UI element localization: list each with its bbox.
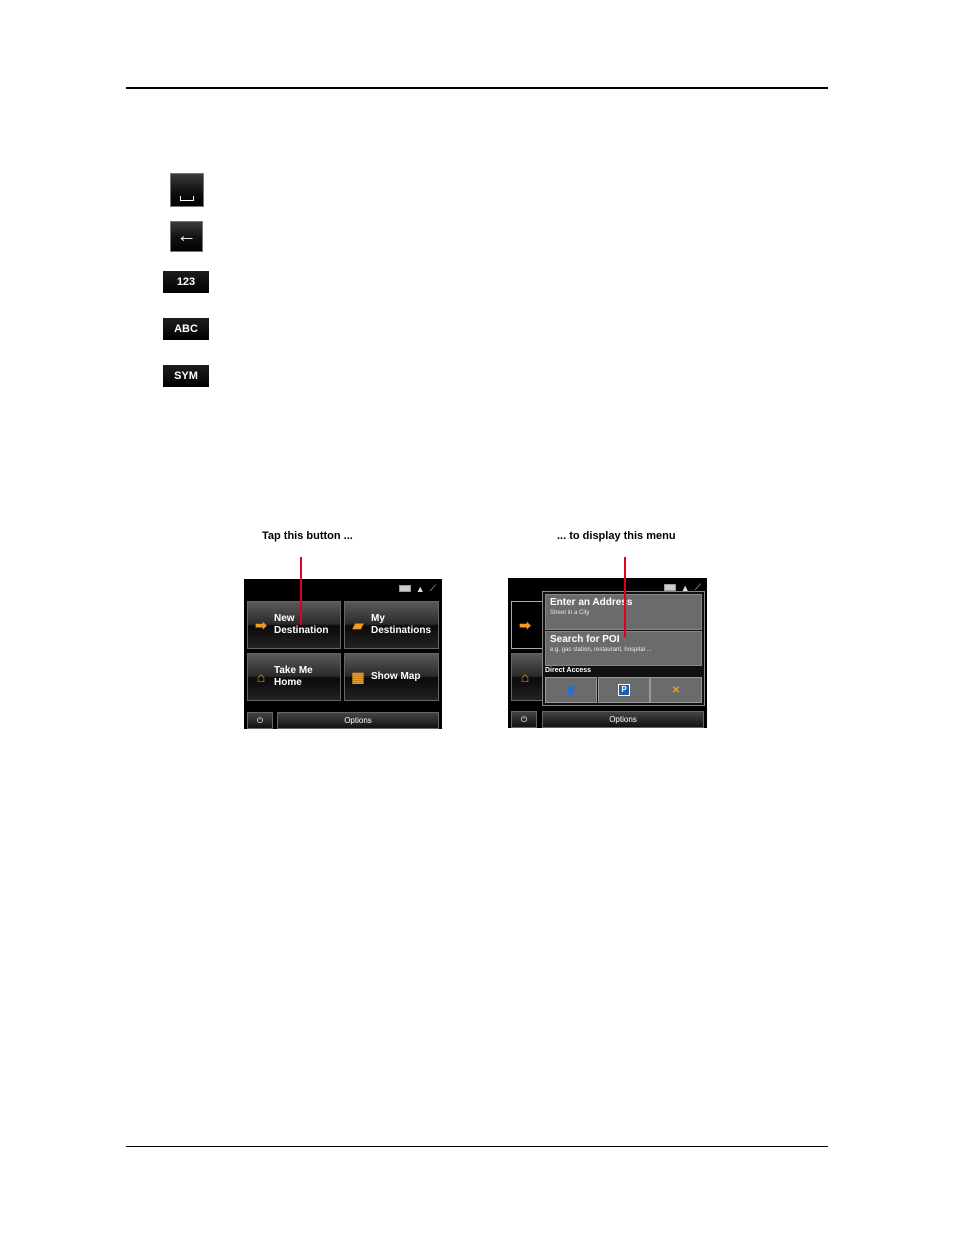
battery-icon: [398, 585, 411, 592]
restaurant-button[interactable]: ✕: [650, 677, 702, 703]
home-icon: ⌂: [520, 669, 530, 685]
arrow-right-icon: ➡: [519, 616, 531, 633]
parking-button[interactable]: P: [598, 677, 650, 703]
show-map-button[interactable]: ▦ Show Map: [344, 653, 439, 701]
gps-icon: ⟋: [429, 583, 436, 593]
power-icon: ⏻: [256, 715, 264, 725]
caption-right: ... to display this menu: [557, 530, 676, 542]
power-button[interactable]: ⏻: [247, 712, 273, 729]
fuel-button[interactable]: [545, 677, 597, 703]
footer-rule: [126, 1146, 828, 1147]
my-destinations-button[interactable]: ▰ My Destinations: [344, 601, 439, 649]
alpha-key[interactable]: ABC: [163, 318, 209, 340]
direct-access-label: Direct Access: [545, 667, 592, 674]
arrow-left-icon: ←: [176, 225, 197, 247]
tile-label-line2: Destinations: [371, 625, 432, 636]
home-icon: ⌂: [256, 669, 266, 685]
callout-line-right: [624, 557, 626, 637]
options-label: Options: [609, 715, 637, 724]
numeric-key[interactable]: 123: [163, 271, 209, 293]
alpha-key-label: ABC: [174, 323, 198, 335]
folder-icon: ▰: [352, 616, 364, 633]
tile-label-line1: My: [371, 613, 385, 624]
tile-label-line2: Destination: [274, 625, 329, 636]
menu-item-subtitle: e.g. gas station, restaurant, hospital .…: [550, 647, 652, 653]
backspace-key[interactable]: ←: [170, 221, 203, 252]
space-icon: [180, 196, 194, 201]
symbol-key-label: SYM: [174, 370, 198, 382]
tile-label-line2: Home: [274, 677, 302, 688]
tile-label-line1: Take Me: [274, 665, 313, 676]
power-icon: ⏻: [520, 714, 528, 724]
destination-menu-screen: ▲ ⟋ ➡ ⌂ Enter an Address Street in a Cit…: [508, 578, 707, 728]
take-me-home-button[interactable]: ⌂ Take Me Home: [247, 653, 341, 701]
parking-icon: P: [618, 684, 630, 696]
options-button[interactable]: Options: [277, 712, 439, 729]
battery-icon: [663, 584, 676, 591]
caption-left: Tap this button ...: [262, 530, 353, 542]
fuel-icon: [568, 685, 574, 695]
options-button[interactable]: Options: [542, 711, 704, 728]
symbol-key[interactable]: SYM: [163, 365, 209, 387]
options-label: Options: [344, 716, 372, 725]
status-bar: ▲ ⟋: [398, 583, 436, 594]
map-icon: ▦: [351, 668, 365, 685]
restaurant-icon: ✕: [671, 684, 681, 696]
tile-label-line1: New: [274, 613, 295, 624]
main-menu-screen: ▲ ⟋ ➡ New Destination ▰ My Destinations ⌂ …: [244, 579, 442, 729]
warning-icon: ▲: [415, 583, 425, 594]
power-button[interactable]: ⏻: [511, 711, 537, 728]
new-destination-button[interactable]: ➡ New Destination: [247, 601, 341, 649]
header-rule: [126, 87, 828, 89]
callout-line-left: [300, 557, 302, 625]
arrow-right-icon: ➡: [255, 616, 267, 633]
numeric-key-label: 123: [176, 276, 196, 288]
tile-label-line1: Show Map: [371, 671, 421, 682]
space-key[interactable]: [170, 173, 204, 207]
